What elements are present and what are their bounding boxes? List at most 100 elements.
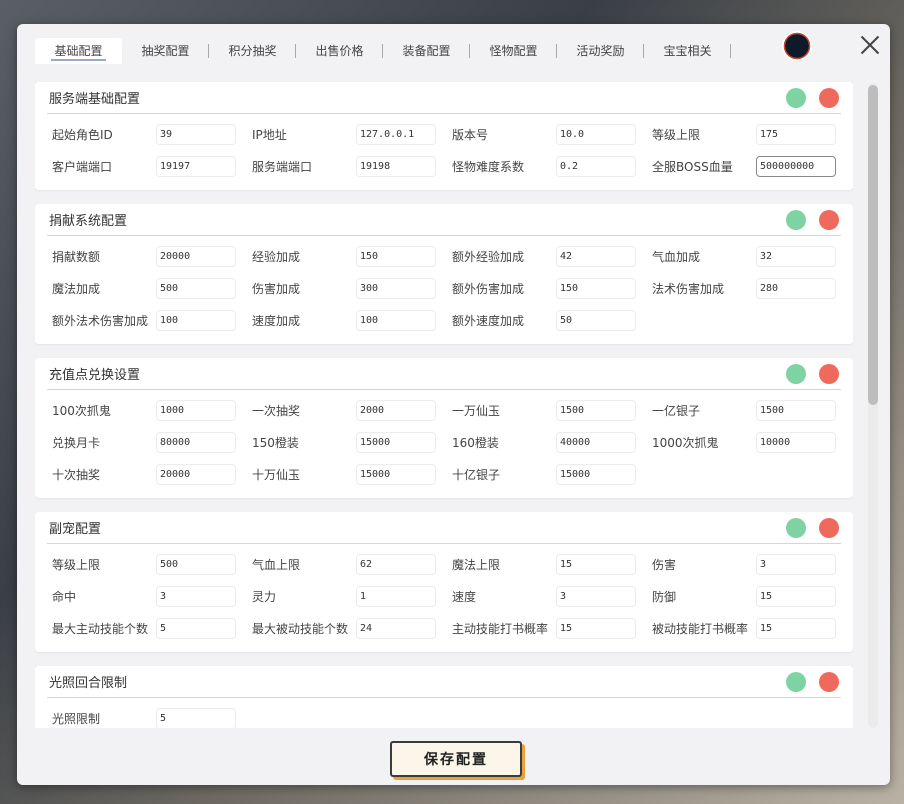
field-input[interactable]	[156, 123, 236, 145]
red-circle-icon[interactable]	[819, 517, 839, 538]
section-actions	[786, 363, 841, 384]
config-field: 版本号	[447, 118, 647, 150]
field-input[interactable]	[556, 309, 636, 331]
field-input[interactable]	[756, 431, 836, 453]
tab-lottery-config[interactable]: 抽奖配置	[122, 38, 209, 64]
scrollbar-thumb[interactable]	[868, 85, 878, 405]
field-label: 160橙装	[452, 435, 499, 450]
green-circle-icon[interactable]	[786, 517, 806, 538]
section-title: 光照回合限制	[49, 676, 128, 691]
field-input[interactable]	[556, 123, 636, 145]
tab-sale-price[interactable]: 出售价格	[296, 38, 383, 64]
red-circle-icon[interactable]	[819, 87, 839, 108]
field-label: 客户端端口	[52, 159, 113, 174]
red-circle-icon[interactable]	[819, 363, 839, 384]
field-label: 气血加成	[652, 249, 701, 264]
field-input[interactable]	[156, 431, 236, 453]
section-header: 光照回合限制	[47, 666, 841, 698]
field-input[interactable]	[556, 431, 636, 453]
field-grid: 起始角色ID IP地址 版本号 等级上限客户端端口 服务端端口 怪物难度系数 全服BOSS血…	[47, 118, 841, 182]
save-config-button[interactable]: 保存配置	[390, 741, 522, 777]
field-input[interactable]	[156, 707, 236, 728]
section-title: 服务端基础配置	[49, 92, 141, 107]
field-input[interactable]	[156, 553, 236, 575]
field-input[interactable]	[356, 309, 436, 331]
field-label: 经验加成	[252, 249, 301, 264]
field-input[interactable]	[156, 245, 236, 267]
field-input[interactable]	[156, 399, 236, 421]
field-label: 等级上限	[652, 127, 701, 142]
field-input[interactable]	[356, 463, 436, 485]
tab-pet-related[interactable]: 宝宝相关	[644, 38, 731, 64]
close-icon[interactable]	[859, 34, 881, 56]
config-field: 魔法加成	[47, 272, 247, 304]
green-circle-icon[interactable]	[786, 87, 806, 108]
field-input[interactable]	[356, 277, 436, 299]
green-circle-icon[interactable]	[786, 363, 806, 384]
field-input[interactable]	[356, 431, 436, 453]
config-field: 服务端端口	[247, 150, 447, 182]
config-field: 一次抽奖	[247, 394, 447, 426]
field-input[interactable]	[556, 617, 636, 639]
field-input[interactable]	[556, 585, 636, 607]
config-field: 速度	[447, 580, 647, 612]
field-input[interactable]	[556, 277, 636, 299]
field-input[interactable]	[556, 399, 636, 421]
field-label: 最大主动技能个数	[52, 621, 149, 636]
section-header: 捐献系统配置	[47, 204, 841, 236]
field-input[interactable]	[356, 399, 436, 421]
tab-points-lottery[interactable]: 积分抽奖	[209, 38, 296, 64]
config-section: 服务端基础配置起始角色ID IP地址 版本号 等级上限客户端端口 服务端端口 怪物难度系数…	[35, 82, 853, 190]
tab-basic-config[interactable]: 基础配置	[35, 38, 122, 64]
tab-monster-config[interactable]: 怪物配置	[470, 38, 557, 64]
field-input[interactable]	[556, 155, 636, 177]
field-label: 全服BOSS血量	[652, 159, 733, 174]
field-input[interactable]	[156, 585, 236, 607]
field-label: 额外法术伤害加成	[52, 313, 149, 328]
field-input[interactable]	[356, 155, 436, 177]
config-field: 防御	[647, 580, 847, 612]
config-field: 1000次抓鬼	[647, 426, 847, 458]
green-circle-icon[interactable]	[786, 209, 806, 230]
field-input[interactable]	[756, 585, 836, 607]
red-circle-icon[interactable]	[819, 209, 839, 230]
config-field: 主动技能打书概率	[447, 612, 647, 644]
field-input[interactable]	[556, 245, 636, 267]
red-circle-icon[interactable]	[819, 671, 839, 692]
field-label: 怪物难度系数	[452, 159, 525, 174]
field-input[interactable]	[756, 155, 836, 177]
field-input[interactable]	[756, 277, 836, 299]
field-input[interactable]	[356, 123, 436, 145]
field-input[interactable]	[156, 155, 236, 177]
field-input[interactable]	[156, 277, 236, 299]
field-input[interactable]	[556, 553, 636, 575]
field-input[interactable]	[756, 399, 836, 421]
field-input[interactable]	[756, 617, 836, 639]
config-field: 经验加成	[247, 240, 447, 272]
green-circle-icon[interactable]	[786, 671, 806, 692]
field-label: 速度加成	[252, 313, 301, 328]
field-input[interactable]	[756, 553, 836, 575]
config-field: 兑换月卡	[47, 426, 247, 458]
config-field: 十亿银子	[447, 458, 647, 490]
field-input[interactable]	[356, 585, 436, 607]
tab-equipment-config[interactable]: 装备配置	[383, 38, 470, 64]
tab-event-rewards[interactable]: 活动奖励	[557, 38, 644, 64]
field-input[interactable]	[156, 463, 236, 485]
field-input[interactable]	[156, 617, 236, 639]
field-input[interactable]	[556, 463, 636, 485]
config-field: 额外速度加成	[447, 304, 647, 336]
field-input[interactable]	[756, 245, 836, 267]
config-section: 光照回合限制 光照限制	[35, 666, 853, 728]
field-input[interactable]	[756, 123, 836, 145]
field-input[interactable]	[156, 309, 236, 331]
config-field: 100次抓鬼	[47, 394, 247, 426]
field-label: 等级上限	[52, 557, 101, 572]
field-label: 一万仙玉	[452, 403, 501, 418]
scrollbar[interactable]	[868, 83, 878, 728]
config-field: 十次抽奖	[47, 458, 247, 490]
field-input[interactable]	[356, 245, 436, 267]
config-field: 额外法术伤害加成	[47, 304, 247, 336]
field-input[interactable]	[356, 617, 436, 639]
field-input[interactable]	[356, 553, 436, 575]
